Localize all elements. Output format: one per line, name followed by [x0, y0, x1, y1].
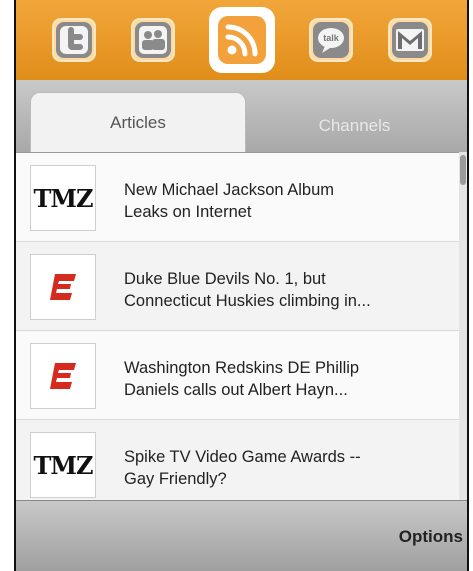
article-title-line2: Leaks on Internet — [124, 203, 252, 221]
tmz-logo: TMZ — [33, 450, 94, 480]
source-thumbnail: TMZ — [30, 165, 96, 231]
gmail-icon — [391, 22, 428, 58]
gmail-app-button[interactable] — [387, 18, 432, 62]
article-title-line1: Washington Redskins DE Phillip — [124, 359, 360, 377]
source-thumbnail — [30, 254, 96, 320]
article-title-line1: New Michael Jackson Album — [124, 181, 335, 199]
source-thumbnail: TMZ — [30, 432, 96, 498]
list-item[interactable]: TMZ Spike TV Video Game Awards -- Gay Fr… — [16, 420, 461, 501]
source-thumbnail — [30, 343, 96, 409]
article-title: New Michael Jackson Album Leaks on Inter… — [124, 179, 444, 223]
article-title-line2: Connecticut Huskies climbing in... — [124, 292, 371, 310]
article-title: Washington Redskins DE Phillip Daniels c… — [124, 357, 444, 401]
article-list: TMZ New Michael Jackson Album Leaks on I… — [16, 152, 461, 501]
bottom-softkey-bar: Options — [16, 500, 467, 571]
article-title-line1: Spike TV Video Game Awards -- — [124, 448, 361, 466]
espn-logo-icon — [50, 363, 76, 389]
tab-articles[interactable]: Articles — [30, 92, 246, 153]
rss-icon — [217, 16, 266, 64]
list-item[interactable]: TMZ New Michael Jackson Album Leaks on I… — [16, 153, 461, 242]
twitter-app-button[interactable] — [51, 18, 96, 62]
talk-app-button[interactable]: talk — [308, 18, 353, 62]
article-title-line1: Duke Blue Devils No. 1, but — [124, 270, 326, 288]
article-title-line2: Gay Friendly? — [124, 470, 227, 488]
list-item[interactable]: Washington Redskins DE Phillip Daniels c… — [16, 331, 461, 420]
app-window: talk Articles Channels TMZ New Michael J… — [14, 0, 469, 571]
article-title: Spike TV Video Game Awards -- Gay Friend… — [124, 446, 444, 490]
tab-bar: Articles Channels — [16, 80, 467, 153]
talk-icon-label: talk — [323, 33, 340, 43]
list-scrollbar[interactable] — [459, 152, 467, 500]
article-title: Duke Blue Devils No. 1, but Connecticut … — [124, 268, 444, 312]
talk-icon: talk — [312, 22, 349, 58]
rss-app-button[interactable] — [209, 8, 274, 72]
facebook-icon — [134, 22, 171, 58]
tab-channels[interactable]: Channels — [242, 96, 467, 156]
espn-logo-icon — [50, 274, 76, 300]
scrollbar-thumb[interactable] — [460, 155, 466, 185]
facebook-app-button[interactable] — [130, 18, 175, 62]
twitter-icon — [55, 22, 92, 58]
options-softkey[interactable]: Options — [399, 527, 463, 547]
tmz-logo: TMZ — [33, 183, 94, 213]
article-title-line2: Daniels calls out Albert Hayn... — [124, 381, 348, 399]
list-item[interactable]: Duke Blue Devils No. 1, but Connecticut … — [16, 242, 461, 331]
app-switcher-bar: talk — [16, 0, 467, 80]
